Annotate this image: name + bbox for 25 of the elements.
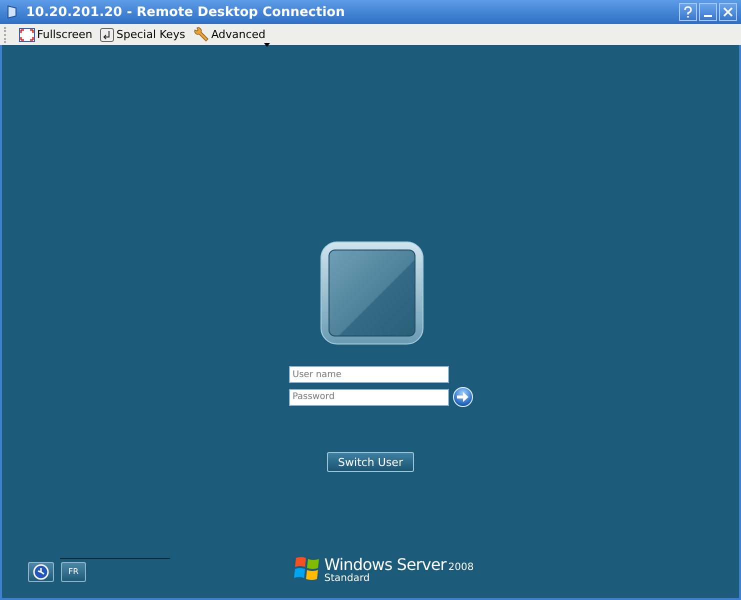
product-name: Windows Server — [324, 555, 446, 574]
toolbar-button[interactable]: Fullscreen — [17, 28, 94, 42]
wrench-icon — [193, 26, 210, 42]
ease-of-access-button[interactable] — [28, 562, 54, 582]
windows-flag-icon — [293, 555, 322, 581]
help-button[interactable] — [679, 3, 697, 21]
window-title: 10.20.201.20 - Remote Desktop Connection — [26, 4, 346, 20]
language-button[interactable]: FR — [61, 562, 86, 582]
arrow-button[interactable] — [452, 387, 472, 407]
minimize-button[interactable] — [699, 3, 717, 21]
product-edition: Standard — [324, 573, 371, 584]
advanced-menu-button[interactable]: Advanced — [191, 26, 268, 42]
close-button[interactable] — [719, 3, 737, 21]
password-field[interactable]: Password — [288, 388, 448, 406]
dropdown-arrow-icon — [264, 42, 270, 46]
username-field[interactable]: User name — [288, 366, 448, 383]
fullscreen-icon — [19, 28, 35, 42]
product-version: 2008 — [448, 562, 474, 573]
switch-user-button[interactable]: Switch User — [327, 452, 414, 472]
toolbar-button[interactable]: Special Keys — [98, 28, 188, 42]
minimize-icon — [704, 15, 712, 17]
keyboard-key-icon — [100, 28, 114, 42]
close-icon — [723, 6, 733, 18]
clock-icon — [33, 564, 49, 580]
help-icon — [683, 6, 693, 18]
